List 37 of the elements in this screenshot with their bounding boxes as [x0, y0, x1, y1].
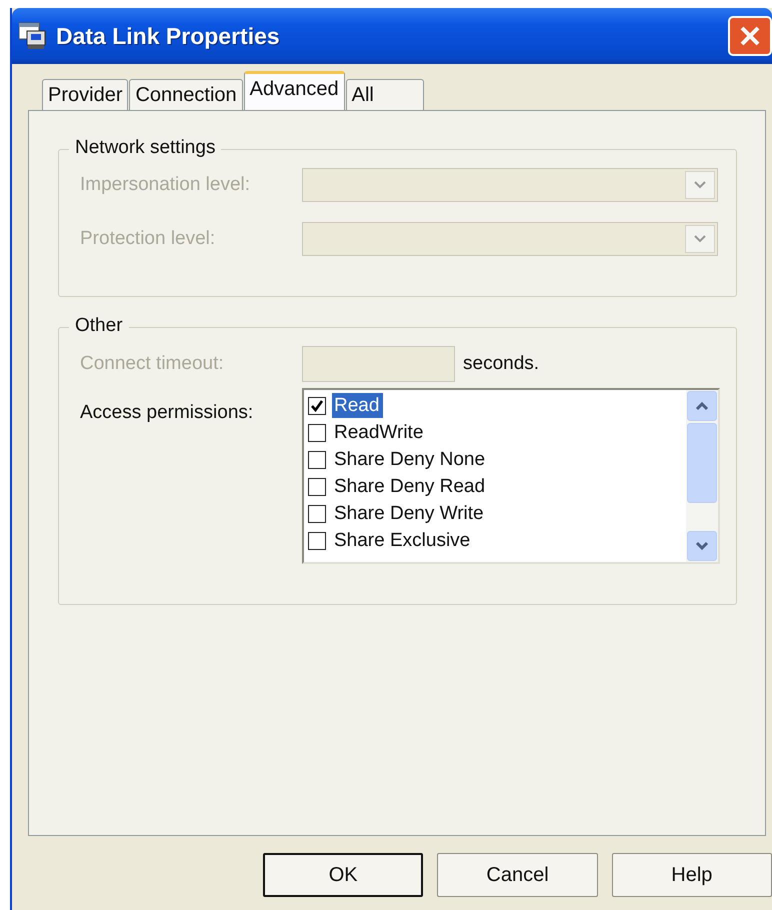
close-button[interactable]: [728, 16, 772, 56]
checkbox[interactable]: [308, 478, 326, 496]
chevron-down-icon: [695, 541, 709, 552]
checkbox[interactable]: [308, 424, 326, 442]
field-label: Access permissions:: [80, 402, 254, 424]
checkbox[interactable]: [308, 396, 326, 414]
tab[interactable]: All: [346, 79, 424, 110]
list-item[interactable]: Share Deny Read: [332, 474, 490, 499]
field-label: Connect timeout:: [80, 353, 225, 375]
scroll-down-button[interactable]: [687, 531, 717, 561]
dialog-button[interactable]: Cancel: [437, 853, 598, 897]
checkbox[interactable]: [308, 504, 326, 522]
dropdown-field[interactable]: [302, 168, 718, 202]
tab[interactable]: Advanced: [244, 71, 345, 110]
dialog-button[interactable]: OK: [263, 853, 424, 897]
list-item[interactable]: Read: [332, 393, 384, 418]
database-window-icon: [18, 22, 48, 50]
field-label: Protection level:: [80, 228, 216, 250]
scroll-up-button[interactable]: [687, 391, 717, 421]
unit-label: seconds.: [463, 353, 540, 375]
tab[interactable]: Provider: [42, 79, 128, 110]
list-item[interactable]: ReadWrite: [332, 420, 428, 445]
window-title: Data Link Properties: [56, 22, 280, 50]
dropdown-field[interactable]: [302, 222, 718, 256]
chevron-up-icon: [695, 400, 709, 411]
list-item[interactable]: Share Deny Write: [332, 501, 488, 526]
group-title: Network settings: [69, 137, 222, 159]
field-label: Impersonation level:: [80, 174, 252, 196]
list-item[interactable]: Share Exclusive: [332, 528, 474, 553]
scroll-thumb[interactable]: [687, 422, 717, 504]
list-item[interactable]: Share Deny None: [332, 447, 490, 472]
close-icon: [739, 25, 761, 47]
checkbox[interactable]: [308, 450, 326, 468]
checkbox[interactable]: [308, 532, 326, 550]
tab[interactable]: Connection: [129, 79, 243, 110]
scrollbar[interactable]: [686, 390, 718, 562]
dialog-button[interactable]: Help: [612, 853, 772, 897]
